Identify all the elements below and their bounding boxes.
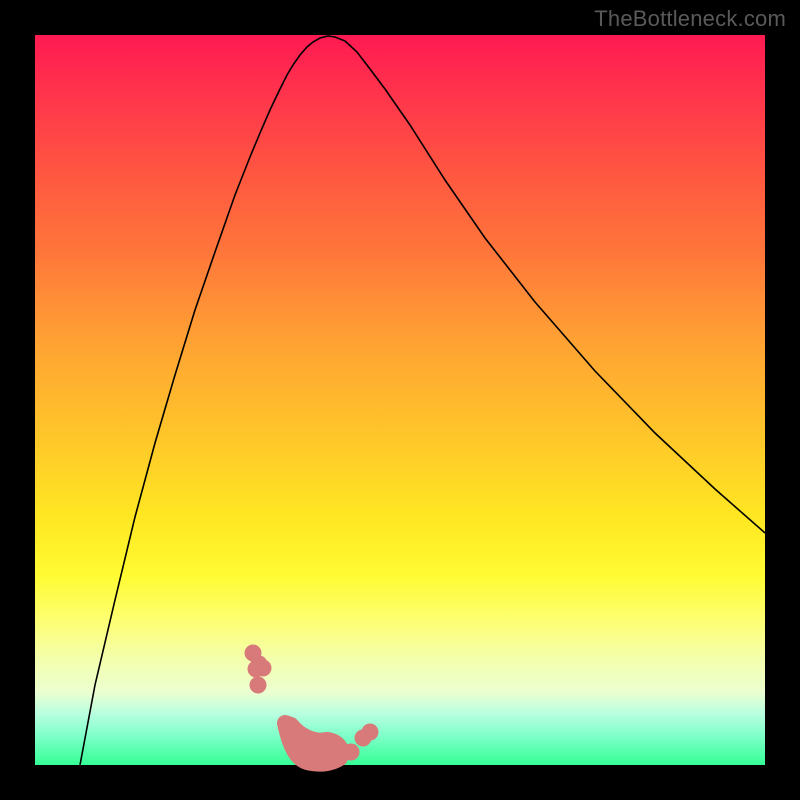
marker-dot (251, 656, 268, 673)
marker-cluster (285, 723, 342, 764)
data-markers (245, 645, 379, 764)
watermark-label: TheBottleneck.com (594, 6, 786, 32)
marker-dot (343, 744, 360, 761)
chart-frame: TheBottleneck.com (0, 0, 800, 800)
marker-dot (250, 677, 267, 694)
chart-svg (35, 35, 765, 765)
bottleneck-curve (80, 36, 765, 765)
marker-dot (362, 724, 379, 741)
plot-area (35, 35, 765, 765)
